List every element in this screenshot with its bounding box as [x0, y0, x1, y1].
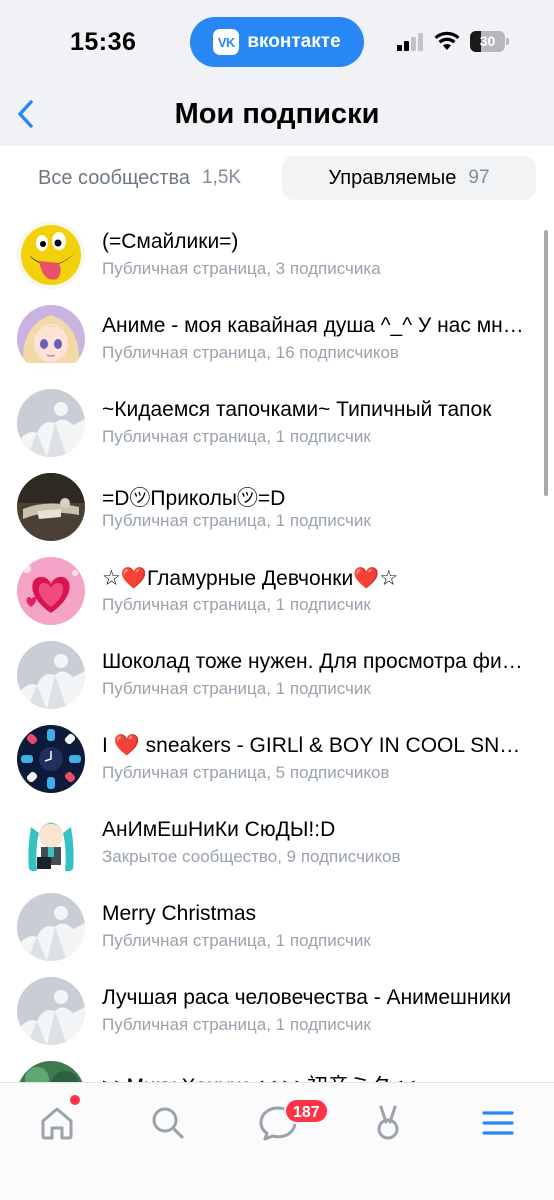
- community-name: I ❤️ sneakers - GIRLl & BOY IN COOL SNEA…: [102, 734, 532, 758]
- community-row[interactable]: ~Кидаемся тапочками~ Типичный тапок Публи…: [0, 376, 554, 460]
- name-part: I: [102, 734, 114, 757]
- vk-app-pill[interactable]: VK вконтакте: [190, 17, 364, 67]
- community-name: =D㋡Приколы㋡=D: [102, 487, 286, 510]
- community-subtitle: Публичная страница, 1 подписчик: [102, 511, 371, 530]
- top-header: Мои подписки: [0, 84, 554, 146]
- community-row[interactable]: I ❤️ sneakers - GIRLl & BOY IN COOL SNEA…: [0, 712, 554, 796]
- name-part: ☆: [102, 567, 121, 590]
- name-part: ☆: [379, 567, 399, 590]
- status-bar: 15:36 VK вконтакте 30: [0, 0, 554, 84]
- home-icon[interactable]: [35, 1101, 79, 1145]
- community-row[interactable]: =D㋡Приколы㋡=D Публичная страница, 1 подпи…: [0, 460, 554, 544]
- segment-tabs: Все сообщества 1,5K Управляемые 97: [0, 146, 554, 208]
- menu-icon[interactable]: [476, 1101, 520, 1145]
- hearts-avatar[interactable]: [17, 557, 85, 625]
- wifi-icon: [434, 31, 460, 50]
- community-row[interactable]: Аниме - моя кавайная душа ^_^ У нас мног…: [0, 292, 554, 376]
- tab-label: Управляемые: [328, 166, 457, 189]
- miku-avatar[interactable]: [17, 809, 85, 877]
- smiley-avatar[interactable]: [17, 221, 85, 289]
- tab-count: 97: [468, 167, 490, 188]
- placeholder-avatar[interactable]: [17, 977, 85, 1045]
- status-time: 15:36: [70, 28, 137, 56]
- bottom-tab-bar: 187: [0, 1082, 554, 1200]
- placeholder-avatar[interactable]: [17, 641, 85, 709]
- community-row[interactable]: Лучшая раса человечества - Анимешники Пуб…: [0, 964, 554, 1048]
- name-part: sneakers - GIRLl & BOY IN COOL SNEAKERS: [145, 734, 532, 757]
- name-part: Гламурные Девчонки: [146, 567, 354, 590]
- community-name: >>Мику Хацунэ<< >>初音ミク<<: [102, 1070, 532, 1082]
- vk-logo-icon: VK: [213, 29, 240, 55]
- vk-app-label: вконтакте: [247, 31, 341, 52]
- community-name: Шоколад тоже нужен. Для просмотра фильмо…: [102, 650, 532, 673]
- community-subtitle: Публичная страница, 5 подписчиков: [102, 763, 390, 782]
- community-subtitle: Закрытое сообщество, 9 подписчиков: [102, 847, 401, 866]
- community-row[interactable]: АнИмЕшНиКи СюДЫ!:D Закрытое сообщество, 9…: [0, 796, 554, 880]
- placeholder-avatar[interactable]: [17, 893, 85, 961]
- communities-list: (=Смайлики=) Публичная страница, 3 подпис…: [0, 208, 554, 1082]
- community-subtitle: Публичная страница, 1 подписчик: [102, 679, 371, 698]
- community-row[interactable]: >>Мику Хацунэ<< >>初音ミク<<: [0, 1048, 554, 1082]
- scrollbar[interactable]: [544, 230, 548, 496]
- community-name: Лучшая раса человечества - Анимешники: [102, 986, 512, 1009]
- community-subtitle: Публичная страница, 1 подписчик: [102, 427, 371, 446]
- community-row[interactable]: Шоколад тоже нужен. Для просмотра фильмо…: [0, 628, 554, 712]
- heart-emoji: ❤️: [113, 734, 140, 757]
- heart-emoji: ❤️: [353, 567, 380, 590]
- battery-level: 30: [479, 33, 496, 49]
- community-name: Аниме - моя кавайная душа ^_^ У нас мног…: [102, 314, 532, 337]
- tab-managed[interactable]: Управляемые 97: [282, 156, 536, 200]
- tab-all-communities[interactable]: Все сообщества 1,5K: [18, 156, 268, 200]
- services-icon[interactable]: [366, 1101, 410, 1145]
- search-icon[interactable]: [146, 1101, 190, 1145]
- community-row[interactable]: ☆❤️Гламурные Девчонки❤️☆ Публичная страни…: [0, 544, 554, 628]
- tab-label: Все сообщества: [38, 166, 190, 189]
- tab-count: 1,5K: [201, 167, 242, 188]
- community-name: АнИмЕшНиКи СюДЫ!:D: [102, 818, 336, 841]
- battery-icon: 30: [470, 31, 510, 52]
- cellular-signal-icon: [397, 33, 425, 51]
- community-name: Merry Christmas: [102, 902, 257, 925]
- page-title: Мои подписки: [174, 98, 380, 130]
- community-subtitle: Публичная страница, 1 подписчик: [102, 1015, 371, 1034]
- green-avatar[interactable]: [17, 1061, 85, 1082]
- community-row[interactable]: Merry Christmas Публичная страница, 1 под…: [0, 880, 554, 964]
- community-name: (=Смайлики=): [102, 230, 239, 253]
- community-row[interactable]: (=Смайлики=) Публичная страница, 3 подпис…: [0, 208, 554, 292]
- placeholder-avatar[interactable]: [17, 389, 85, 457]
- sneakers-avatar[interactable]: [17, 725, 85, 793]
- heart-emoji: ❤️: [120, 567, 147, 590]
- community-name: ☆❤️Гламурные Девчонки❤️☆: [102, 566, 532, 591]
- home-notification-dot: [70, 1095, 80, 1105]
- community-subtitle: Публичная страница, 3 подписчика: [102, 259, 381, 278]
- community-name: ~Кидаемся тапочками~ Типичный тапок: [102, 398, 492, 421]
- community-subtitle: Публичная страница, 16 подписчиков: [102, 343, 399, 362]
- photo-avatar[interactable]: [17, 473, 85, 541]
- anime-girl-avatar[interactable]: [17, 305, 85, 373]
- messages-badge: 187: [284, 1098, 329, 1124]
- community-subtitle: Публичная страница, 1 подписчик: [102, 595, 371, 614]
- community-subtitle: Публичная страница, 1 подписчик: [102, 931, 371, 950]
